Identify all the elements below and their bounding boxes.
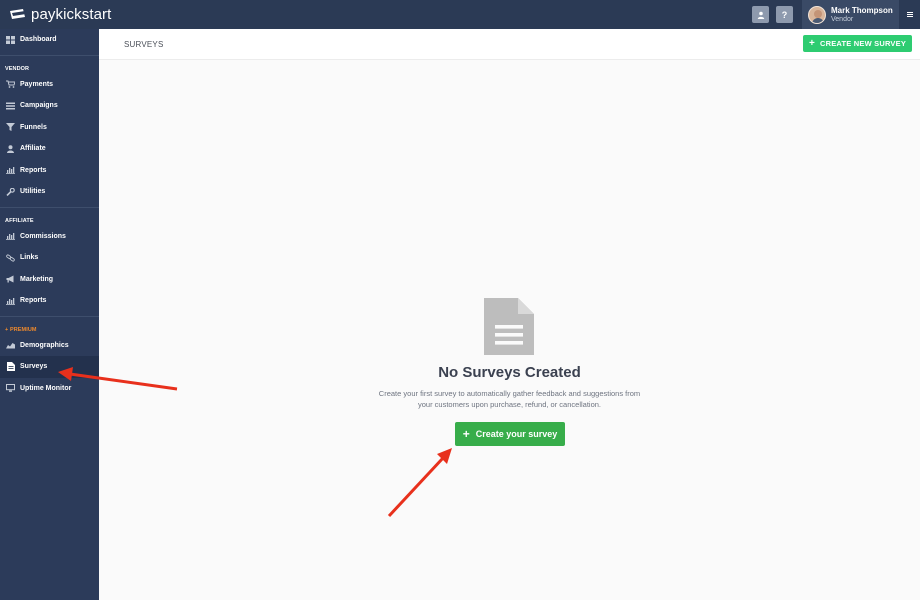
bar-chart-icon: [6, 232, 15, 241]
sidebar-item-surveys[interactable]: Surveys: [0, 356, 99, 378]
empty-state: No Surveys Created Create your first sur…: [99, 60, 920, 600]
avatar: [808, 5, 826, 24]
sidebar-item-demographics[interactable]: Demographics: [0, 335, 99, 357]
grid-icon: [6, 35, 15, 44]
sidebar-item-commissions[interactable]: Commissions: [0, 226, 99, 248]
sidebar-item-label: Payments: [20, 80, 54, 88]
document-icon: [6, 362, 15, 372]
section-title-vendor: VENDOR: [5, 65, 30, 72]
help-button[interactable]: ?: [776, 6, 793, 23]
divider: [0, 54, 99, 56]
monitor-icon: [6, 384, 15, 393]
sidebar-item-uptime-monitor[interactable]: Uptime Monitor: [0, 378, 99, 400]
create-new-survey-button[interactable]: + CREATE NEW SURVEY: [803, 35, 912, 52]
sidebar-item-dashboard[interactable]: Dashboard: [0, 29, 99, 51]
sidebar-item-label: Reports: [20, 166, 47, 174]
top-bar: paykickstart ? Mark Thompson Vendor: [0, 0, 920, 29]
create-survey-button[interactable]: + Create your survey: [455, 422, 565, 446]
sidebar-item-marketing[interactable]: Marketing: [0, 269, 99, 291]
plus-icon: +: [462, 427, 470, 441]
link-icon: [6, 253, 15, 262]
menu-icon[interactable]: [899, 0, 920, 29]
sidebar-item-label: Marketing: [20, 275, 54, 283]
sidebar-item-label: Funnels: [20, 123, 47, 131]
bar-chart-icon: [6, 166, 15, 175]
page-title: SURVEYS: [124, 40, 164, 49]
create-new-survey-label: CREATE NEW SURVEY: [819, 39, 907, 48]
area-chart-icon: [6, 341, 15, 350]
account-button[interactable]: [752, 6, 769, 23]
sidebar-item-label: Uptime Monitor: [20, 384, 72, 392]
section-title-affiliate: AFFILIATE: [5, 217, 34, 224]
sidebar-item-label: Utilities: [20, 188, 46, 196]
sidebar-item-funnels[interactable]: Funnels: [0, 117, 99, 139]
empty-state-description: Create your first survey to automaticall…: [378, 389, 641, 409]
sidebar: Dashboard VENDOR Payments Campaigns Funn…: [0, 29, 99, 600]
filter-icon: [6, 123, 15, 132]
plus-icon: +: [808, 37, 815, 49]
sidebar-item-label: Links: [20, 254, 39, 262]
empty-state-title: No Surveys Created: [438, 364, 581, 381]
sidebar-item-payments[interactable]: Payments: [0, 74, 99, 96]
create-survey-label: Create your survey: [475, 429, 558, 439]
sidebar-item-utilities[interactable]: Utilities: [0, 181, 99, 203]
sidebar-item-label: Surveys: [20, 363, 48, 371]
list-icon: [6, 101, 15, 110]
bar-chart-icon: [6, 296, 15, 305]
section-title-premium: + PREMIUM: [5, 326, 37, 333]
document-icon: [484, 298, 534, 355]
sidebar-item-label: Dashboard: [20, 36, 57, 44]
sidebar-item-affiliate-reports[interactable]: Reports: [0, 290, 99, 312]
logo-text: paykickstart: [31, 6, 112, 23]
divider: [0, 315, 99, 317]
megaphone-icon: [6, 275, 15, 284]
divider: [0, 206, 99, 208]
cart-icon: [6, 80, 15, 89]
user-icon: [6, 144, 15, 153]
user-role: Vendor: [831, 15, 854, 23]
sidebar-item-affiliate[interactable]: Affiliate: [0, 138, 99, 160]
sidebar-item-campaigns[interactable]: Campaigns: [0, 95, 99, 117]
page-header: SURVEYS + CREATE NEW SURVEY: [99, 29, 920, 60]
sidebar-item-label: Affiliate: [20, 145, 46, 153]
sidebar-item-reports[interactable]: Reports: [0, 160, 99, 182]
logo-icon: [8, 8, 28, 22]
user-menu[interactable]: Mark Thompson Vendor: [802, 0, 899, 29]
sidebar-item-links[interactable]: Links: [0, 247, 99, 269]
user-name: Mark Thompson: [831, 5, 893, 15]
sidebar-item-label: Commissions: [20, 232, 66, 240]
sidebar-item-label: Reports: [20, 297, 47, 305]
help-icon: ?: [781, 9, 788, 20]
sidebar-item-label: Demographics: [20, 341, 69, 349]
user-icon: [757, 11, 764, 19]
wrench-icon: [6, 187, 15, 196]
logo[interactable]: paykickstart: [0, 0, 111, 29]
sidebar-item-label: Campaigns: [20, 102, 58, 110]
